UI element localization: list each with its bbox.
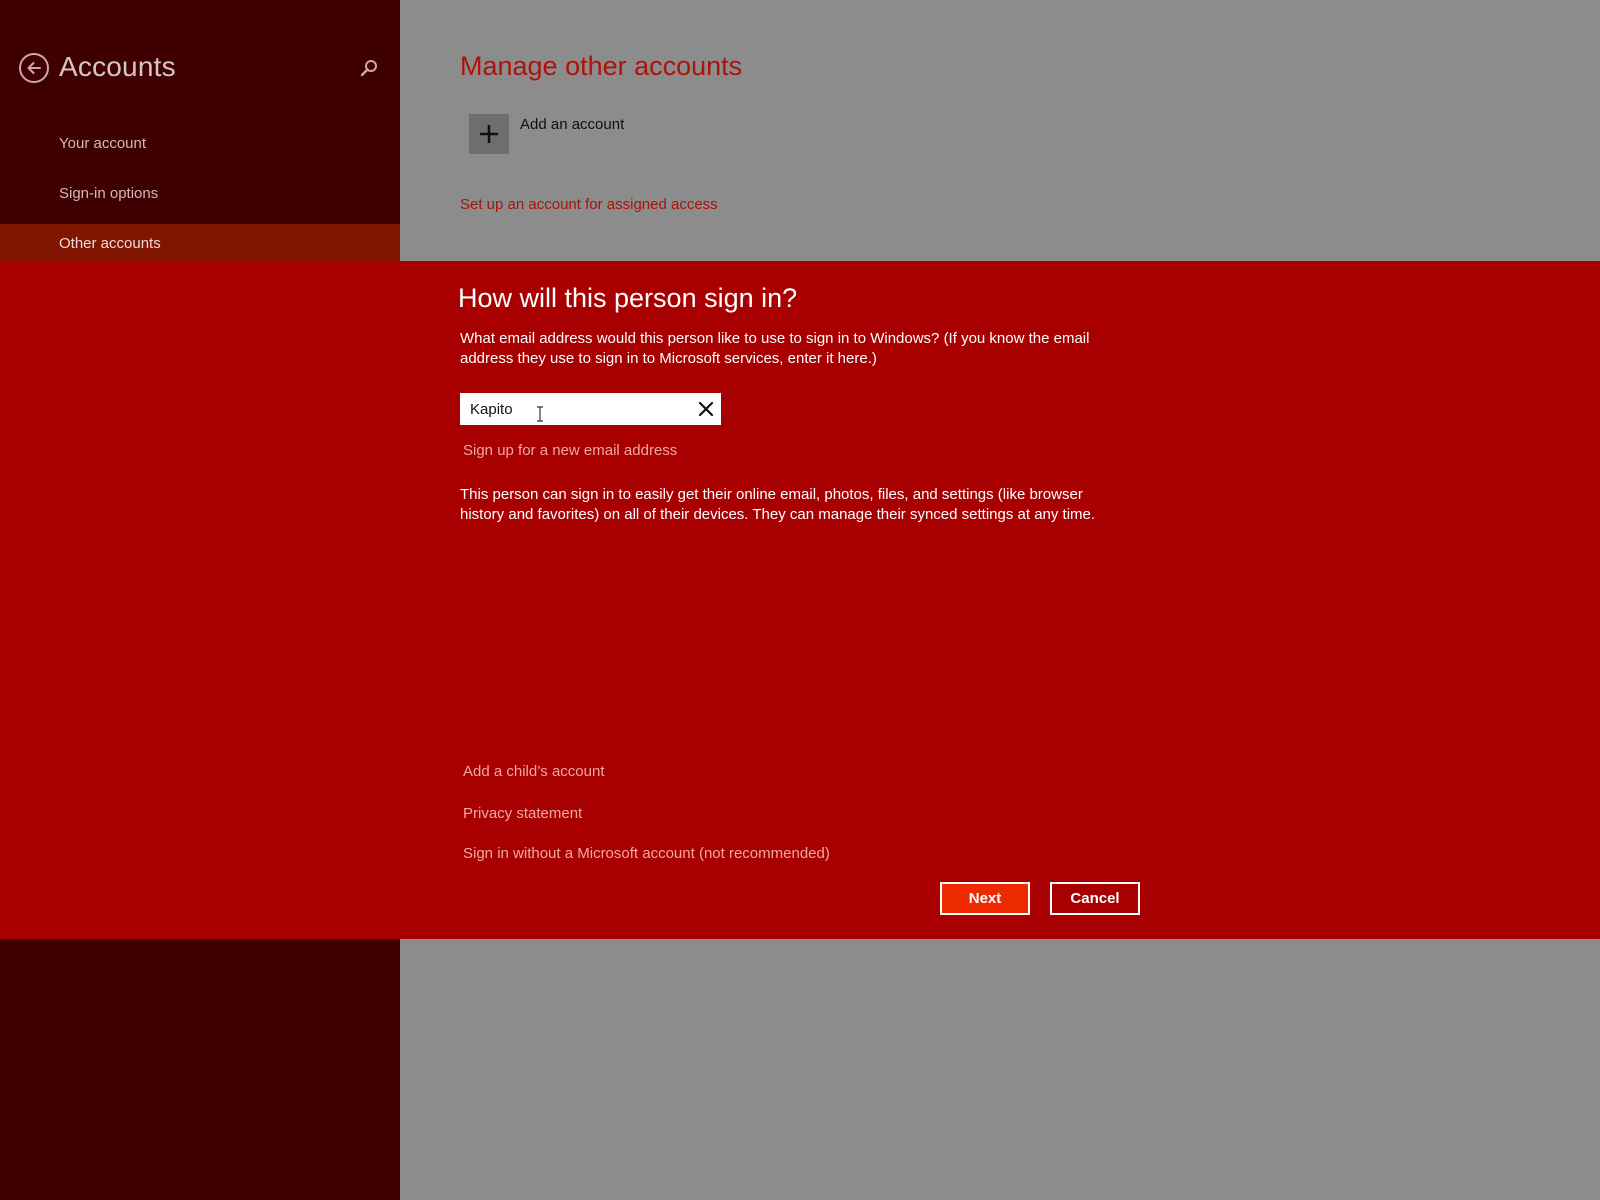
sign-in-dialog: How will this person sign in? What email… <box>0 261 1600 939</box>
sidebar-item-label: Other accounts <box>59 235 161 252</box>
add-account-button[interactable]: Add an account <box>469 114 669 156</box>
text-cursor-icon <box>534 406 546 422</box>
email-field[interactable] <box>460 393 680 425</box>
sidebar-item-other-accounts[interactable]: Other accounts <box>0 224 400 264</box>
dialog-info-text: This person can sign in to easily get th… <box>460 486 1096 523</box>
sidebar-item-sign-in-options[interactable]: Sign-in options <box>0 174 400 214</box>
back-arrow-icon <box>27 62 41 74</box>
add-account-label: Add an account <box>520 116 625 133</box>
signup-email-link[interactable]: Sign up for a new email address <box>463 442 677 459</box>
page-title: Accounts <box>59 51 176 82</box>
sign-in-without-microsoft-account-link[interactable]: Sign in without a Microsoft account (not… <box>463 845 830 862</box>
privacy-statement-link[interactable]: Privacy statement <box>463 805 582 822</box>
sidebar-item-label: Sign-in options <box>59 185 159 202</box>
back-button[interactable] <box>19 53 49 83</box>
dialog-description: What email address would this person lik… <box>460 330 1090 367</box>
close-icon[interactable] <box>697 400 715 418</box>
section-heading: Manage other accounts <box>460 51 743 81</box>
assigned-access-link[interactable]: Set up an account for assigned access <box>460 196 718 213</box>
plus-icon <box>469 114 509 154</box>
sidebar-item-your-account[interactable]: Your account <box>0 124 400 164</box>
email-field-container <box>460 393 721 425</box>
sidebar-item-label: Your account <box>59 135 147 152</box>
dialog-title: How will this person sign in? <box>458 283 798 313</box>
accounts-settings-window: Accounts Your account Sign-in options Ot… <box>0 0 1600 1200</box>
cancel-button[interactable]: Cancel <box>1050 882 1140 915</box>
search-icon[interactable] <box>358 58 380 80</box>
next-button[interactable]: Next <box>940 882 1030 915</box>
add-child-account-link[interactable]: Add a child’s account <box>463 763 604 780</box>
